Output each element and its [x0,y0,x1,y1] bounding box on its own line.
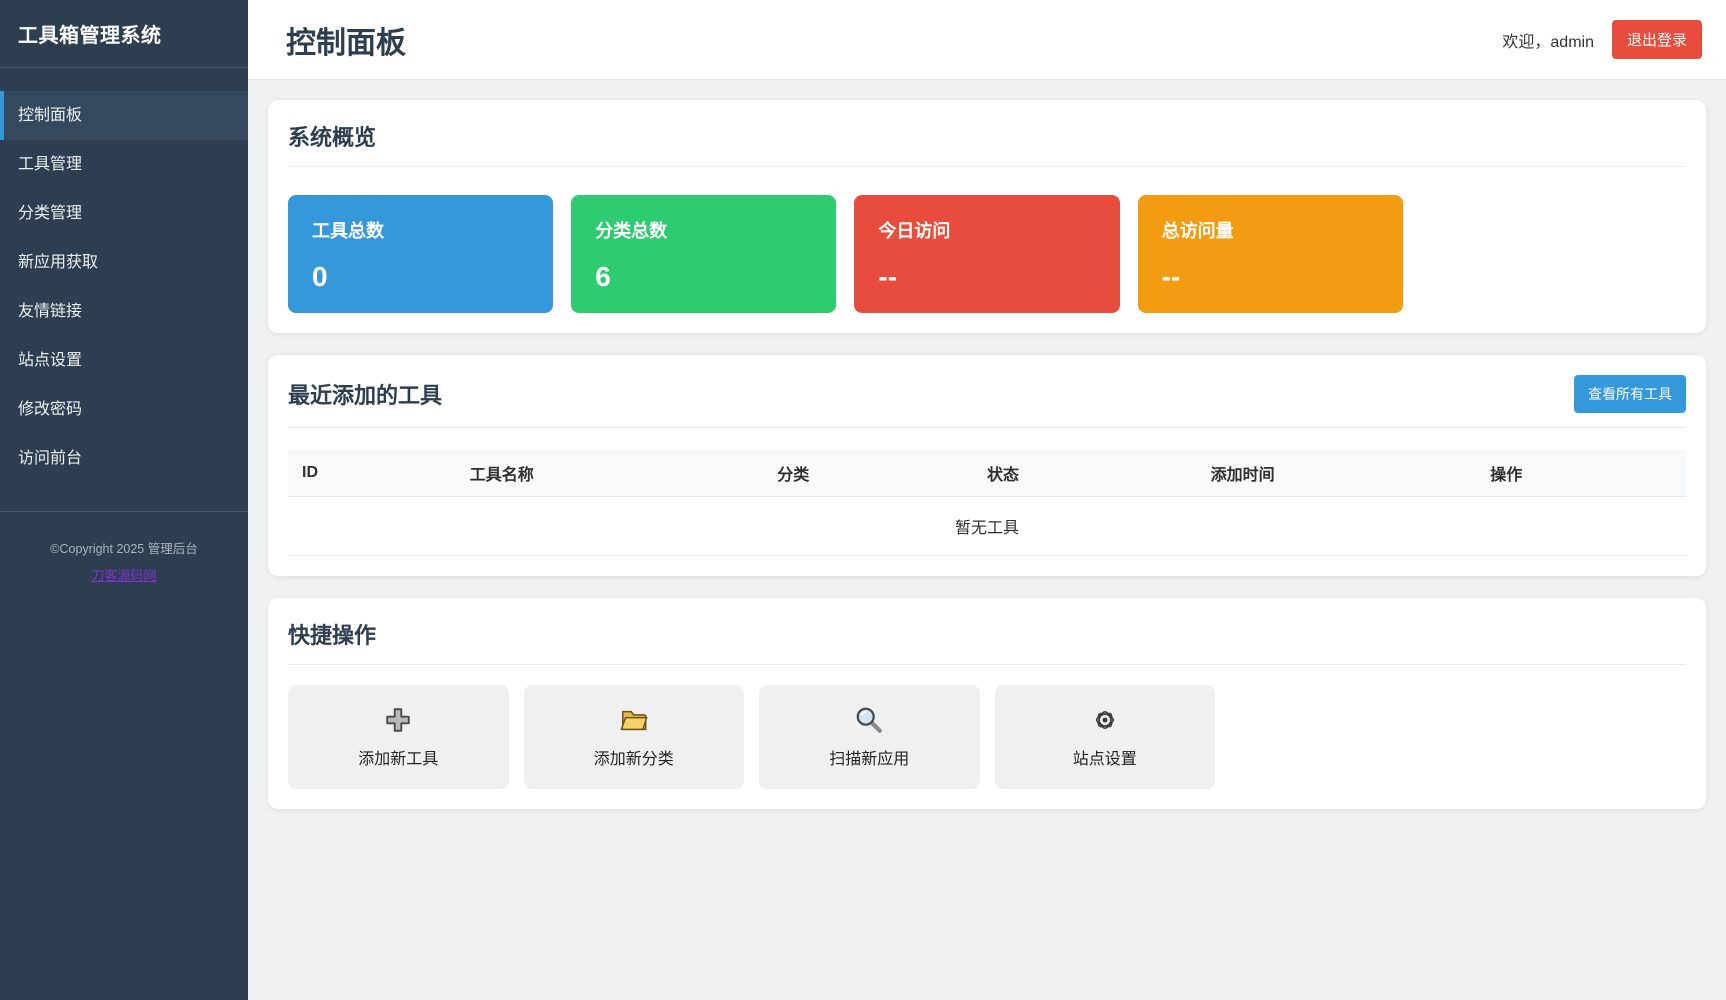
add-tool-button[interactable]: 添加新工具 [288,685,509,789]
site-settings-button[interactable]: 站点设置 [994,685,1215,789]
view-all-tools-button[interactable]: 查看所有工具 [1574,375,1686,413]
logout-button[interactable]: 退出登录 [1611,20,1702,59]
action-label: 添加新工具 [358,751,439,768]
stat-label: 工具总数 [312,221,384,241]
sidebar-item-visit-frontend[interactable]: 访问前台 [0,434,248,483]
column-header-actions: 操作 [1476,450,1686,497]
plus-icon [386,708,410,732]
table-header-row: ID 工具名称 分类 状态 添加时间 操作 [288,450,1686,497]
quick-actions-card: 快捷操作 添加新工具 添加新分类 扫描新应用 站点设置 [268,598,1706,809]
stat-label: 分类总数 [595,221,668,241]
action-label: 站点设置 [1072,751,1137,768]
column-header-category: 分类 [763,450,973,497]
column-header-id: ID [288,450,456,497]
quick-actions-title: 快捷操作 [288,618,1686,665]
recent-tools-card: 最近添加的工具 查看所有工具 ID 工具名称 分类 状态 添加时间 操作 暂无工… [268,355,1706,576]
sidebar: 工具箱管理系统 控制面板 工具管理 分类管理 新应用获取 友情链接 站点设置 修… [0,0,248,1000]
stat-value: 0 [312,261,328,292]
stat-value: 6 [595,261,611,292]
sidebar-menu: 控制面板 工具管理 分类管理 新应用获取 友情链接 站点设置 修改密码 访问前台 [0,91,248,483]
welcome-text: 欢迎，admin [1502,33,1594,51]
scan-apps-button[interactable]: 扫描新应用 [759,685,980,789]
content: 系统概览 工具总数 0 分类总数 6 今日访问 -- 总访问量 -- 最近添加的… [248,80,1726,1000]
empty-state-text: 暂无工具 [288,496,1686,556]
stat-card-total-categories: 分类总数 6 [571,195,837,313]
actions-grid: 添加新工具 添加新分类 扫描新应用 站点设置 [288,685,1686,789]
recent-tools-title: 最近添加的工具 [288,383,443,408]
footer-link[interactable]: 刀客源码网 [91,565,156,584]
overview-title: 系统概览 [288,120,1686,167]
column-header-added-time: 添加时间 [1196,450,1477,497]
column-header-status: 状态 [972,450,1197,497]
empty-row: 暂无工具 [288,496,1686,556]
topbar: 控制面板 欢迎，admin 退出登录 [248,0,1726,80]
folder-icon [620,710,648,731]
app-title: 工具箱管理系统 [0,0,248,68]
stat-label: 总访问量 [1161,221,1234,241]
action-label: 扫描新应用 [829,751,910,768]
page-title: 控制面板 [286,26,406,60]
action-label: 添加新分类 [593,751,674,768]
add-category-button[interactable]: 添加新分类 [523,685,744,789]
stat-card-total-visits: 总访问量 -- [1137,195,1403,313]
stat-card-today-visits: 今日访问 -- [854,195,1120,313]
sidebar-item-friend-links[interactable]: 友情链接 [0,287,248,336]
sidebar-item-tools[interactable]: 工具管理 [0,140,248,189]
sidebar-item-categories[interactable]: 分类管理 [0,189,248,238]
sidebar-item-change-password[interactable]: 修改密码 [0,385,248,434]
gear-icon [1095,710,1114,730]
recent-tools-table: ID 工具名称 分类 状态 添加时间 操作 暂无工具 [288,450,1686,556]
column-header-tool-name: 工具名称 [455,450,764,497]
system-overview-card: 系统概览 工具总数 0 分类总数 6 今日访问 -- 总访问量 -- [268,100,1706,333]
topbar-right: 欢迎，admin 退出登录 [1502,20,1702,59]
stat-value: -- [878,261,898,292]
main-column: 控制面板 欢迎，admin 退出登录 系统概览 工具总数 0 分类总数 6 今日… [248,0,1726,1000]
stat-card-total-tools: 工具总数 0 [288,195,554,313]
stat-value: -- [1161,261,1181,292]
stats-grid: 工具总数 0 分类总数 6 今日访问 -- 总访问量 -- [288,195,1686,313]
sidebar-item-site-settings[interactable]: 站点设置 [0,336,248,385]
stat-label: 今日访问 [878,221,951,241]
recent-tools-header: 最近添加的工具 查看所有工具 [288,375,1686,428]
copyright-text: ©Copyright 2025 管理后台 [50,542,198,556]
search-icon [856,707,883,733]
sidebar-item-new-apps[interactable]: 新应用获取 [0,238,248,287]
sidebar-item-dashboard[interactable]: 控制面板 [0,91,248,140]
sidebar-footer: ©Copyright 2025 管理后台 刀客源码网 [0,511,248,585]
